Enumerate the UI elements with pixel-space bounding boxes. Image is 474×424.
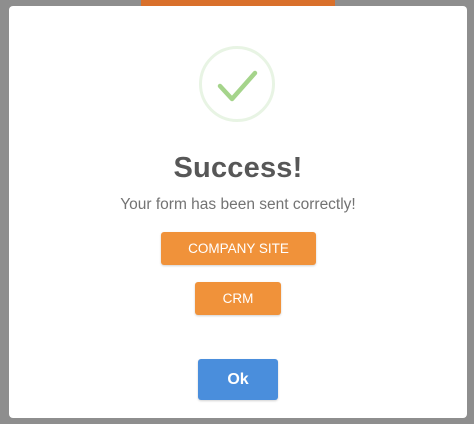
dialog-message: Your form has been sent correctly! [120, 196, 356, 213]
ok-button[interactable]: Ok [198, 359, 278, 400]
company-site-button[interactable]: COMPANY SITE [161, 232, 316, 265]
success-dialog: Success! Your form has been sent correct… [9, 6, 467, 418]
dialog-title: Success! [173, 152, 303, 184]
crm-button[interactable]: CRM [195, 282, 281, 315]
check-icon [217, 70, 258, 102]
success-check-circle [199, 46, 275, 122]
